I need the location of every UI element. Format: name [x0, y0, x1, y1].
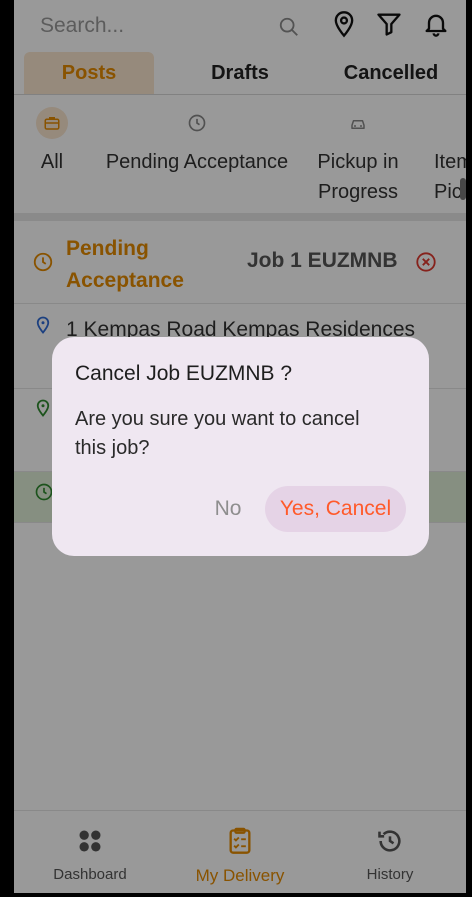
- no-button[interactable]: No: [198, 486, 258, 532]
- dialog-title: Cancel Job EUZMNB ?: [75, 362, 293, 385]
- cancel-job-dialog: Cancel Job EUZMNB ? Are you sure you wan…: [52, 337, 429, 556]
- yes-cancel-button[interactable]: Yes, Cancel: [265, 486, 406, 532]
- dialog-message: Are you sure you want to cancel this job…: [75, 408, 360, 459]
